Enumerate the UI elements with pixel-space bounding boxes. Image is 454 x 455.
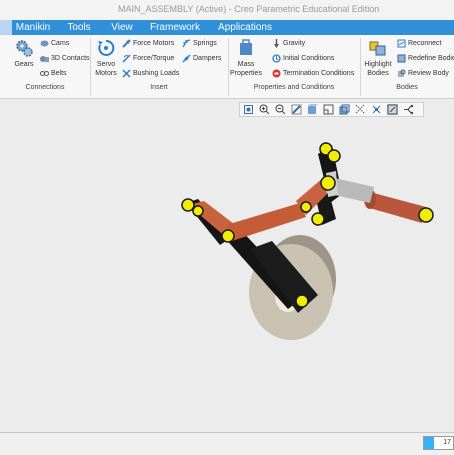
damper-icon — [182, 54, 191, 63]
spin-center-icon[interactable] — [387, 104, 398, 115]
3d-contacts-label: 3D Contacts — [51, 55, 90, 62]
display-style-icon[interactable] — [307, 104, 318, 115]
ribbon-tab-bar: Manikin Tools View Framework Application… — [0, 20, 454, 35]
spring-icon — [182, 39, 191, 48]
connections-group-label: Connections — [25, 84, 65, 91]
highlight-bodies-button[interactable]: Highlight Bodies — [363, 39, 393, 79]
gravity-icon — [272, 39, 281, 48]
initial-conditions-label: Initial Conditions — [283, 55, 335, 62]
bodies-group-label: Bodies — [396, 84, 418, 91]
redefine-bodies-icon — [397, 54, 406, 63]
gears-icon — [15, 39, 33, 57]
annotation-display-icon[interactable] — [371, 104, 382, 115]
tab-framework[interactable]: Framework — [146, 20, 204, 35]
gravity-label: Gravity — [283, 40, 306, 47]
force-torque-icon — [122, 54, 131, 63]
cams-icon — [40, 39, 49, 48]
repaint-icon[interactable] — [291, 104, 302, 115]
ribbon: Gears Cams 3D Contacts Belts Connections… — [0, 35, 454, 99]
window-title: MAIN_ASSEMBLY (Active) - Creo Parametric… — [118, 4, 380, 14]
perspective-icon[interactable] — [403, 104, 414, 115]
tab-manikin[interactable]: Manikin — [12, 20, 54, 35]
bushing-loads-label: Bushing Loads — [133, 70, 180, 77]
force-torque-label: Force/Torque — [133, 55, 175, 62]
reconnect-icon — [397, 39, 406, 48]
review-body-icon — [397, 69, 406, 78]
highlight-bodies-icon — [369, 39, 387, 57]
termination-conditions-icon — [272, 69, 281, 78]
properties-group-label: Properties and Conditions — [253, 84, 335, 91]
3d-contacts-icon — [40, 54, 49, 63]
servo-motor-icon — [97, 39, 115, 57]
bushing-loads-icon — [122, 69, 131, 78]
gears-label: Gears — [14, 61, 34, 68]
dampers-label: Dampers — [193, 55, 222, 62]
servo-motors-label: Servo Motors — [95, 61, 117, 77]
tab-view[interactable]: View — [102, 20, 142, 35]
page-number: 17 — [443, 439, 451, 446]
initial-conditions-icon — [272, 54, 281, 63]
cams-label: Cams — [51, 40, 70, 47]
saved-views-icon[interactable] — [323, 104, 334, 115]
tab-tools[interactable]: Tools — [58, 20, 100, 35]
page-indicator[interactable]: 17 — [423, 436, 454, 450]
mass-properties-icon — [237, 39, 255, 57]
tab-applications[interactable]: Applications — [212, 20, 278, 35]
graphics-area[interactable] — [0, 99, 454, 432]
insert-group-label: Insert — [150, 84, 168, 91]
termination-conditions-label: Termination Conditions — [283, 70, 355, 77]
tab-model[interactable] — [0, 20, 12, 35]
mechanism-model[interactable] — [0, 99, 454, 432]
refit-icon[interactable] — [243, 104, 254, 115]
redefine-bodies-label: Redefine Bodies — [408, 55, 454, 62]
reconnect-label: Reconnect — [408, 40, 442, 47]
gears-button[interactable]: Gears — [12, 39, 36, 79]
datum-display-icon[interactable] — [355, 104, 366, 115]
mass-properties-label: Mass Properties — [230, 61, 262, 77]
title-bar: MAIN_ASSEMBLY (Active) - Creo Parametric… — [0, 0, 454, 20]
view-toolbar — [239, 102, 424, 117]
status-bar — [0, 432, 454, 455]
progress-fill — [424, 437, 434, 449]
force-motors-label: Force Motors — [133, 40, 175, 47]
belts-icon — [40, 69, 49, 78]
view-manager-icon[interactable] — [339, 104, 350, 115]
zoom-out-icon[interactable] — [275, 104, 286, 115]
mass-properties-button[interactable]: Mass Properties — [229, 39, 263, 79]
highlight-bodies-label: Highlight Bodies — [364, 61, 392, 77]
review-body-label: Review Body — [408, 70, 449, 77]
servo-motors-button[interactable]: Servo Motors — [93, 39, 119, 79]
force-motor-icon — [122, 39, 131, 48]
springs-label: Springs — [193, 40, 217, 47]
belts-label: Belts — [51, 70, 67, 77]
zoom-in-icon[interactable] — [259, 104, 270, 115]
